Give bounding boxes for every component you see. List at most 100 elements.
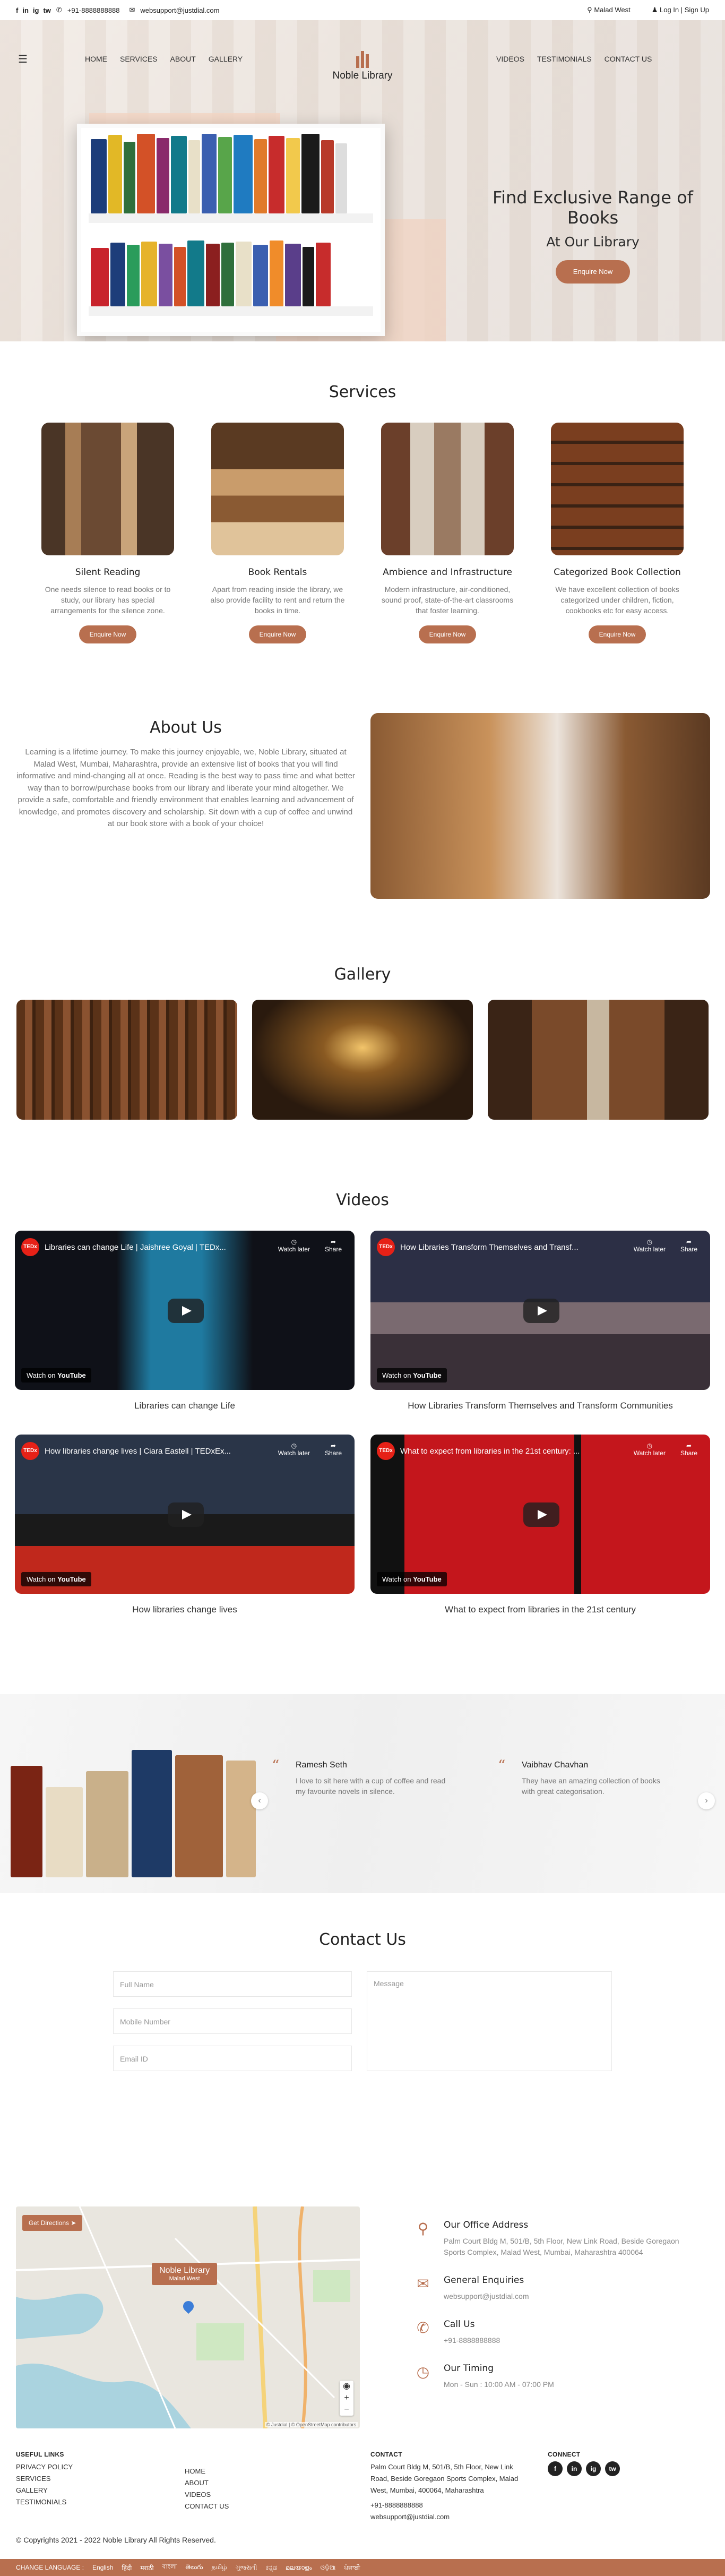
videos-section: Videos TEDx Libraries can change Life | J… <box>0 1191 725 1694</box>
message-textarea[interactable]: Message <box>367 1971 612 2071</box>
language-option[interactable]: తెలుగు <box>185 2563 203 2572</box>
instagram-icon[interactable]: ig <box>586 2461 601 2476</box>
gallery-image[interactable] <box>488 1000 709 1120</box>
footer-link[interactable]: ABOUT <box>185 2477 291 2489</box>
video-embed[interactable]: TEDx How libraries change lives | Ciara E… <box>15 1435 355 1594</box>
auth-links[interactable]: ♟ Log In | Sign Up <box>652 6 709 14</box>
prev-arrow-icon[interactable]: ‹ <box>251 1792 268 1809</box>
service-enquire-button[interactable]: Enquire Now <box>249 625 306 643</box>
language-option[interactable]: ଓଡ଼ିଆ <box>321 2564 336 2572</box>
linkedin-icon[interactable]: in <box>22 6 29 14</box>
share-button[interactable]: ➦ Share <box>680 1238 697 1253</box>
footer-link[interactable]: CONTACT US <box>185 2501 291 2512</box>
twitter-icon[interactable]: tw <box>605 2461 620 2476</box>
footer-link[interactable]: GALLERY <box>16 2485 186 2496</box>
get-directions-button[interactable]: Get Directions ➤ <box>22 2215 83 2231</box>
watch-later-button[interactable]: ◷ Watch later <box>634 1442 666 1457</box>
auth-text[interactable]: Log In | Sign Up <box>660 6 709 14</box>
video-embed[interactable]: TEDx What to expect from libraries in the… <box>370 1435 710 1594</box>
facebook-icon[interactable]: f <box>548 2461 563 2476</box>
language-option[interactable]: ਪੰਜਾਬੀ <box>344 2564 360 2572</box>
twitter-icon[interactable]: tw <box>43 6 50 14</box>
nav-home[interactable]: HOME <box>85 55 107 63</box>
footer-link[interactable]: PRIVACY POLICY <box>16 2461 186 2473</box>
top-email[interactable]: websupport@justdial.com <box>140 6 219 14</box>
footer-link[interactable]: SERVICES <box>16 2473 186 2485</box>
service-image <box>551 423 684 555</box>
zoom-in-icon[interactable]: + <box>340 2392 353 2404</box>
play-button[interactable] <box>168 1502 204 1527</box>
footer-link[interactable]: HOME <box>185 2466 291 2477</box>
locate-icon[interactable]: ◉ <box>340 2381 353 2392</box>
watch-on-youtube[interactable]: Watch on YouTube <box>377 1572 447 1586</box>
map-graphic <box>16 2206 360 2428</box>
linkedin-icon[interactable]: in <box>567 2461 582 2476</box>
main-nav: ☰ HOME SERVICES ABOUT GALLERY Noble Libr… <box>0 40 725 81</box>
full-name-input[interactable]: Full Name <box>113 1971 352 1997</box>
nav-testimonials[interactable]: TESTIMONIALS <box>537 55 592 63</box>
nav-videos[interactable]: VIDEOS <box>496 55 524 63</box>
map[interactable]: Get Directions ➤ Noble Library Malad Wes… <box>16 2206 360 2428</box>
mobile-number-input[interactable]: Mobile Number <box>113 2008 352 2034</box>
language-option[interactable]: বাংলা <box>162 2562 177 2573</box>
footer-phone[interactable]: +91-8888888888 <box>370 2500 530 2511</box>
videos-grid: TEDx Libraries can change Life | Jaishree… <box>15 1231 710 1615</box>
hero-enquire-button[interactable]: Enquire Now <box>556 260 630 284</box>
watch-later-button[interactable]: ◷ Watch later <box>634 1238 666 1253</box>
enquiries-email[interactable]: websupport@justdial.com <box>444 2291 690 2302</box>
language-option[interactable]: ಕನ್ನಡ <box>266 2564 277 2572</box>
email-id-input[interactable]: Email ID <box>113 2046 352 2071</box>
watch-on-youtube[interactable]: Watch on YouTube <box>377 1368 447 1383</box>
share-button[interactable]: ➦ Share <box>325 1238 342 1253</box>
service-image <box>381 423 514 555</box>
map-pin-card[interactable]: Noble Library Malad West <box>152 2263 218 2285</box>
video-caption: How libraries change lives <box>132 1604 237 1615</box>
watch-on-youtube[interactable]: Watch on YouTube <box>21 1368 91 1383</box>
footer-address: Palm Court Bldg M, 501/B, 5th Floor, New… <box>370 2463 519 2494</box>
nav-about[interactable]: ABOUT <box>170 55 196 63</box>
gallery-image[interactable] <box>16 1000 237 1120</box>
nav-contact[interactable]: CONTACT US <box>605 55 652 63</box>
watch-later-button[interactable]: ◷ Watch later <box>278 1442 310 1457</box>
instagram-icon[interactable]: ig <box>33 6 39 14</box>
share-button[interactable]: ➦ Share <box>325 1442 342 1457</box>
video-embed[interactable]: TEDx Libraries can change Life | Jaishree… <box>15 1231 355 1390</box>
zoom-out-icon[interactable]: − <box>340 2404 353 2416</box>
footer-email[interactable]: websupport@justdial.com <box>370 2511 530 2523</box>
language-option[interactable]: मराठी <box>140 2563 153 2572</box>
call-number[interactable]: +91-8888888888 <box>444 2335 690 2346</box>
brand-logo[interactable]: Noble Library <box>308 47 417 82</box>
watch-later-button[interactable]: ◷ Watch later <box>278 1238 310 1253</box>
next-arrow-icon[interactable]: › <box>698 1792 715 1809</box>
nav-gallery[interactable]: GALLERY <box>209 55 243 63</box>
share-button[interactable]: ➦ Share <box>680 1442 697 1457</box>
language-option[interactable]: தமிழ் <box>212 2563 227 2572</box>
service-enquire-button[interactable]: Enquire Now <box>79 625 136 643</box>
nav-services[interactable]: SERVICES <box>120 55 158 63</box>
menu-icon[interactable]: ☰ <box>18 53 28 66</box>
watch-later-label: Watch later <box>633 1246 666 1253</box>
language-option[interactable]: മലയാളം <box>286 2564 312 2572</box>
language-option[interactable]: ગુજરાતી <box>236 2564 257 2572</box>
play-button[interactable] <box>523 1299 559 1323</box>
clock-icon: ◷ <box>416 2364 430 2380</box>
footer-link[interactable]: TESTIMONIALS <box>16 2496 186 2508</box>
play-button[interactable] <box>523 1502 559 1527</box>
video-embed-title[interactable]: Libraries can change Life | Jaishree Goy… <box>45 1243 226 1252</box>
language-option[interactable]: हिंदी <box>122 2563 132 2572</box>
facebook-icon[interactable]: f <box>16 6 18 14</box>
language-option[interactable]: English <box>92 2564 113 2571</box>
top-phone[interactable]: +91-8888888888 <box>67 6 120 14</box>
email-id-placeholder: Email ID <box>120 2055 148 2063</box>
footer-link[interactable]: VIDEOS <box>185 2489 291 2501</box>
play-button[interactable] <box>168 1299 204 1323</box>
watch-on-youtube[interactable]: Watch on YouTube <box>21 1572 91 1586</box>
service-desc: Modern infrastructure, air-conditioned, … <box>381 585 514 615</box>
service-enquire-button[interactable]: Enquire Now <box>589 625 646 643</box>
video-embed-title[interactable]: What to expect from libraries in the 21s… <box>400 1447 580 1456</box>
video-embed[interactable]: TEDx How Libraries Transform Themselves a… <box>370 1231 710 1390</box>
gallery-image[interactable] <box>252 1000 473 1120</box>
video-embed-title[interactable]: How Libraries Transform Themselves and T… <box>400 1243 579 1252</box>
video-embed-title[interactable]: How libraries change lives | Ciara Easte… <box>45 1447 231 1456</box>
service-enquire-button[interactable]: Enquire Now <box>419 625 476 643</box>
